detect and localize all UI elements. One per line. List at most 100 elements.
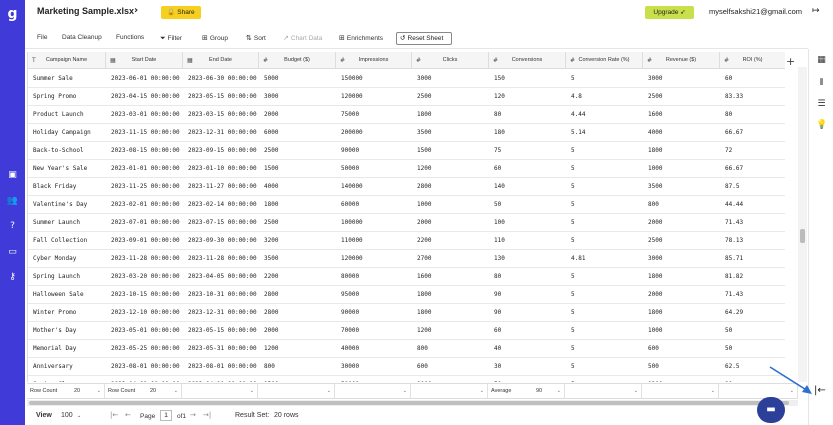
table-cell[interactable]: 5 [566,304,643,322]
card-icon[interactable]: ▭ [6,247,19,258]
table-cell[interactable]: 2023-12-10 00:00:00 [106,304,183,322]
table-cell[interactable]: 2023-11-28 00:00:00 [183,250,259,268]
table-cell[interactable]: 80000 [336,268,412,286]
table-cell[interactable]: 1800 [643,268,720,286]
table-cell[interactable]: 110 [489,232,566,250]
table-cell[interactable]: 5 [566,160,643,178]
table-cell[interactable]: 50000 [336,160,412,178]
table-cell[interactable]: 6000 [259,124,336,142]
table-cell[interactable]: Memorial Day [28,340,106,358]
table-cell[interactable]: 2000 [643,214,720,232]
table-cell[interactable]: 1200 [259,340,336,358]
table-cell[interactable]: 75000 [336,106,412,124]
table-cell[interactable]: 110000 [336,232,412,250]
table-cell[interactable]: 5 [566,376,643,382]
table-cell[interactable]: 80 [489,106,566,124]
aggregate-cell[interactable]: Average 90 ⌄ [488,384,565,399]
column-header-roi[interactable]: ROI (%) # [720,52,785,69]
table-cell[interactable]: 1800 [643,304,720,322]
table-cell[interactable]: 2023-11-27 00:00:00 [183,178,259,196]
table-cell[interactable]: 60000 [336,196,412,214]
table-row[interactable]: Summer Sale 2023-06-01 00:00:00 2023-06-30… [28,70,785,88]
chevron-down-icon[interactable]: ⌄ [250,384,254,399]
table-cell[interactable]: 2023-01-01 00:00:00 [106,160,183,178]
table-cell[interactable]: 800 [643,196,720,214]
table-cell[interactable]: 5.14 [566,124,643,142]
table-cell[interactable]: 5 [566,142,643,160]
logout-icon[interactable]: ↦ [812,6,820,16]
aggregate-cell[interactable]: Row Count 20 ⌄ [105,384,182,399]
table-cell[interactable]: 200000 [336,124,412,142]
table-cell[interactable]: New Year's Sale [28,160,106,178]
table-cell[interactable]: 2023-02-14 00:00:00 [183,196,259,214]
table-cell[interactable]: 2023-05-31 00:00:00 [183,340,259,358]
table-cell[interactable]: 2023-04-15 00:00:00 [106,88,183,106]
table-cell[interactable]: 2023-03-15 00:00:00 [183,106,259,124]
column-header-name[interactable]: Campaign Name T [28,52,106,69]
table-cell[interactable]: 3000 [412,70,489,88]
table-cell[interactable]: 90000 [336,142,412,160]
table-cell[interactable]: 30000 [336,358,412,376]
chevron-down-icon[interactable]: ⌄ [77,413,81,419]
table-cell[interactable]: 72 [720,142,785,160]
table-cell[interactable]: Back-to-School [28,142,106,160]
table-cell[interactable]: Halloween Sale [28,286,106,304]
table-cell[interactable]: 2023-09-01 00:00:00 [106,232,183,250]
table-cell[interactable]: 800 [259,358,336,376]
table-cell[interactable]: 2000 [259,106,336,124]
column-header-end[interactable]: End Date ▦ [183,52,259,69]
table-cell[interactable]: 81.82 [720,268,785,286]
table-cell[interactable]: 4000 [643,124,720,142]
calendar-icon[interactable]: ▦ [816,55,827,66]
table-cell[interactable]: 60 [489,322,566,340]
aggregate-cell[interactable]: ⌄ [565,384,642,399]
table-cell[interactable]: 2023-11-15 00:00:00 [106,124,183,142]
column-header-clicks[interactable]: Clicks # [412,52,489,69]
table-cell[interactable]: 50 [720,340,785,358]
aggregate-cell[interactable]: ⌄ [335,384,411,399]
table-cell[interactable]: 2023-11-28 00:00:00 [106,250,183,268]
table-cell[interactable]: 2200 [412,232,489,250]
table-cell[interactable]: 2023-07-15 00:00:00 [183,214,259,232]
page-input[interactable]: 1 [160,410,172,421]
table-cell[interactable]: 50 [720,322,785,340]
table-cell[interactable]: 1000 [643,160,720,178]
table-cell[interactable]: 2000 [643,286,720,304]
next-page-icon[interactable]: → [190,411,196,419]
table-cell[interactable]: 95000 [336,286,412,304]
table-cell[interactable]: 120 [489,88,566,106]
table-cell[interactable]: 100000 [336,214,412,232]
chevron-down-icon[interactable]: ⌄ [403,384,407,399]
table-cell[interactable]: 1200 [643,376,720,382]
table-cell[interactable]: 85.71 [720,250,785,268]
table-cell[interactable]: 80 [720,106,785,124]
table-cell[interactable]: 1800 [412,304,489,322]
table-cell[interactable]: Fall Collection [28,232,106,250]
table-cell[interactable]: 2023-02-01 00:00:00 [106,196,183,214]
table-cell[interactable]: 2800 [412,178,489,196]
table-cell[interactable]: 1200 [412,160,489,178]
table-cell[interactable]: 2500 [259,142,336,160]
table-row[interactable]: Holiday Campaign 2023-11-15 00:00:00 2023-… [28,124,785,142]
table-cell[interactable]: Winter Promo [28,304,106,322]
table-row[interactable]: Winter Promo 2023-12-10 00:00:00 2023-12-3… [28,304,785,322]
menu-file[interactable]: File [37,34,47,41]
table-cell[interactable]: 87.5 [720,178,785,196]
table-cell[interactable]: 83.33 [720,88,785,106]
table-cell[interactable]: 5 [566,358,643,376]
table-cell[interactable]: 71.43 [720,214,785,232]
table-cell[interactable]: 2023-10-31 00:00:00 [183,286,259,304]
vertical-scroll-thumb[interactable] [800,229,805,243]
table-cell[interactable]: Summer Sale [28,70,106,88]
table-cell[interactable]: 44.44 [720,196,785,214]
table-cell[interactable]: Holiday Campaign [28,124,106,142]
table-cell[interactable]: 2023-05-25 00:00:00 [106,340,183,358]
table-cell[interactable]: 75 [489,142,566,160]
table-cell[interactable]: 2800 [259,304,336,322]
table-cell[interactable]: 2023-03-20 00:00:00 [106,268,183,286]
last-page-icon[interactable]: →| [203,411,211,419]
sort-button[interactable]: ⇅ Sort [246,34,266,42]
table-cell[interactable]: 70000 [336,322,412,340]
table-cell[interactable]: 4.81 [566,250,643,268]
chevron-down-icon[interactable]: ⌄ [634,384,638,399]
